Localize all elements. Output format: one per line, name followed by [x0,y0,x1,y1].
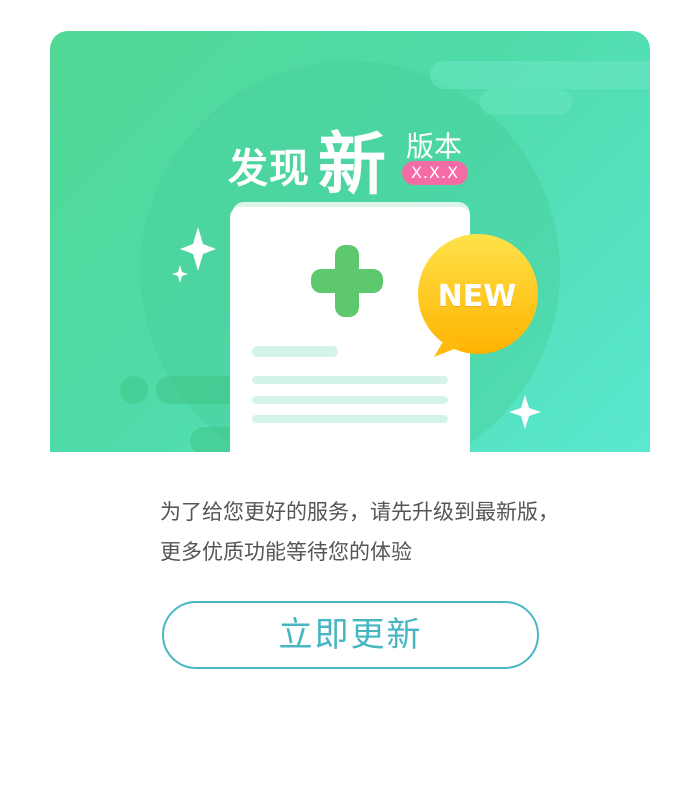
update-dialog: 发现 新 版本 X.X.X NEW 为了给您更好的服务，请先升级到最新版， 更多… [0,0,700,800]
update-now-button[interactable]: 立即更新 [162,601,539,669]
message-line-2: 更多优质功能等待您的体验 [160,540,412,564]
update-message: 为了给您更好的服务，请先升级到最新版， 更多优质功能等待您的体验 [160,492,630,572]
version-badge: X.X.X [402,161,468,185]
title-emphasis: 新 [318,126,387,205]
title-prefix: 发现 [228,146,310,192]
message-line-1: 为了给您更好的服务，请先升级到最新版， [160,500,559,524]
banner-title: 发现 新 版本 X.X.X NEW [50,31,650,452]
update-banner: 发现 新 版本 X.X.X NEW [50,31,650,452]
new-badge-label: NEW [437,279,517,314]
title-suffix: 版本 [406,130,463,163]
